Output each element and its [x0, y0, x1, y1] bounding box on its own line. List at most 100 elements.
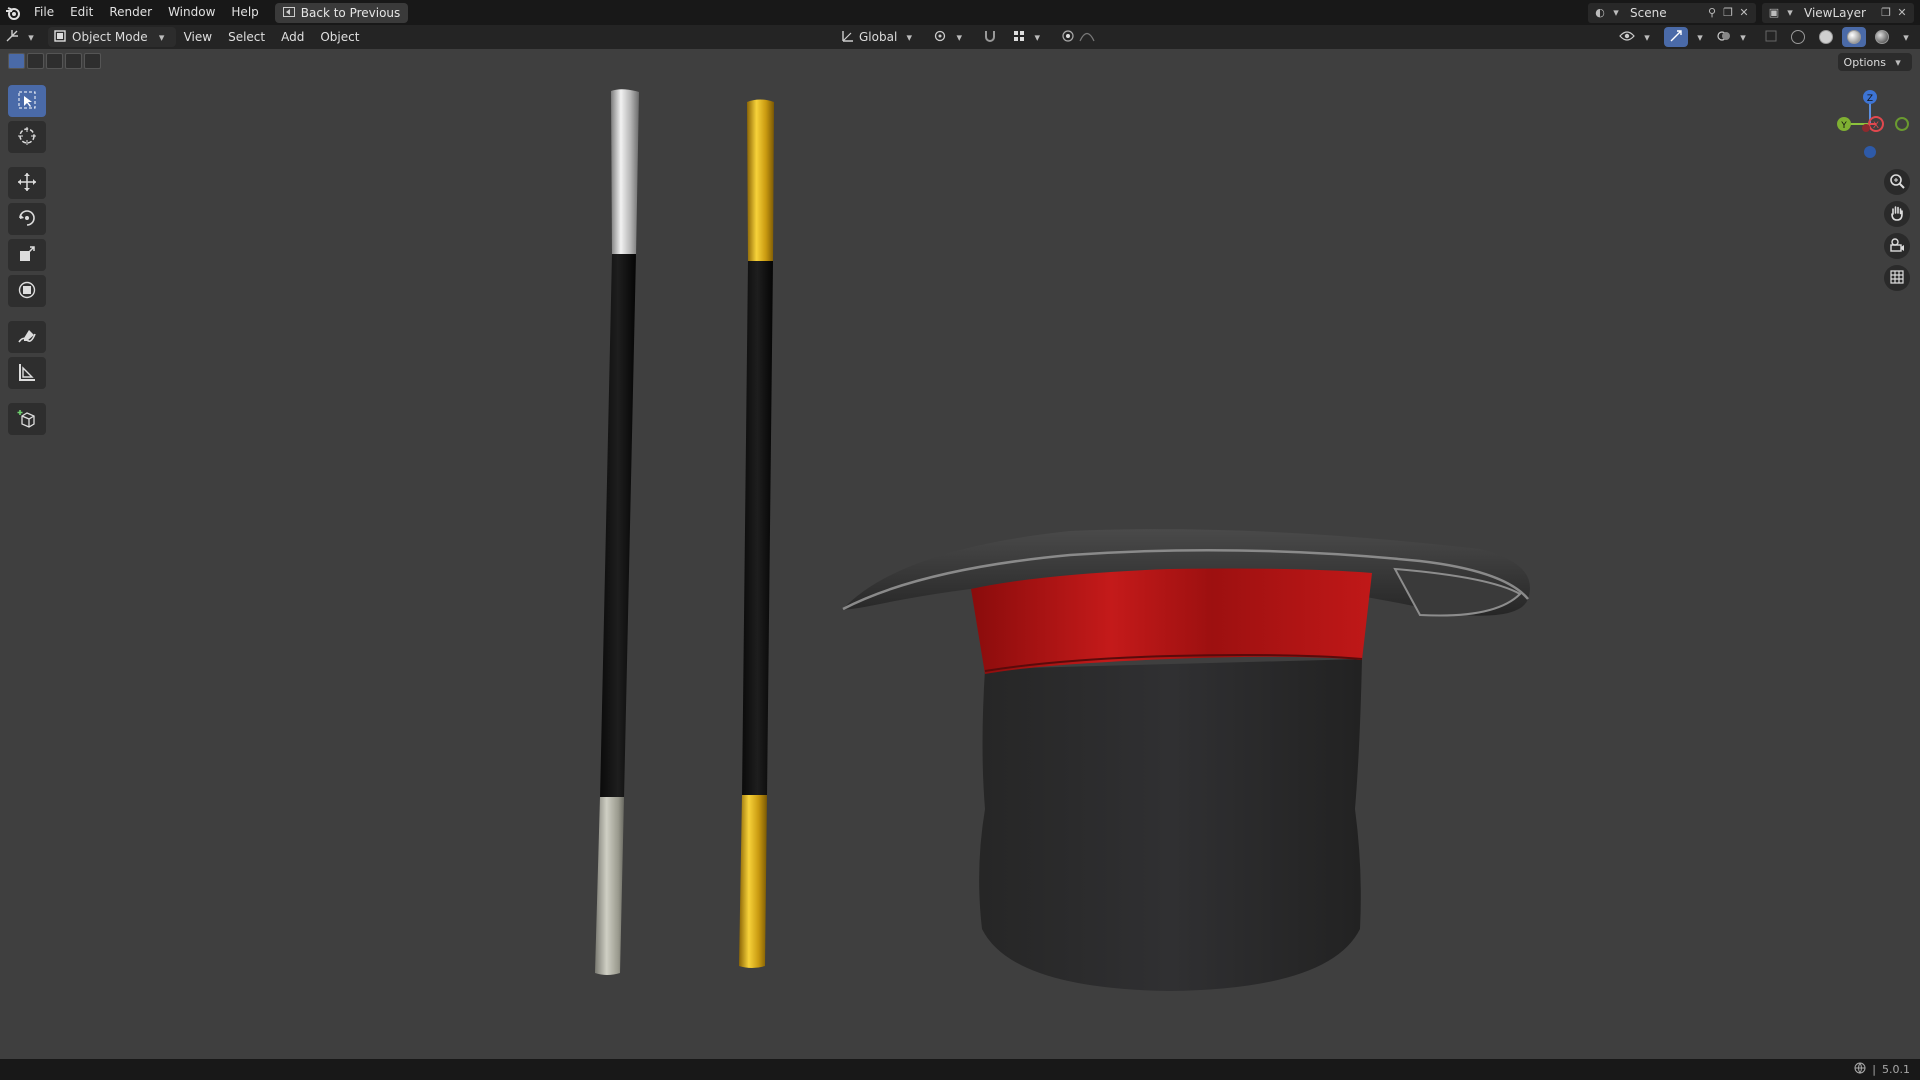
scene-icon: ◐	[1595, 6, 1605, 19]
object-mode-dropdown[interactable]: Object Mode ▾	[48, 27, 176, 47]
close-icon[interactable]: ✕	[1736, 5, 1752, 21]
select-box-icon	[17, 90, 37, 113]
snap-toggle[interactable]	[978, 27, 1002, 47]
falloff-curve-icon[interactable]	[1079, 30, 1095, 45]
status-bar: | 5.0.1	[0, 1059, 1920, 1080]
transform-icon	[17, 280, 37, 303]
object-mode-icon	[54, 29, 66, 45]
scene-selector[interactable]: ◐ ▾ Scene ⚲ ❐ ✕	[1588, 2, 1756, 23]
chevron-down-icon: ▾	[1895, 55, 1901, 69]
transform-orientation-dropdown[interactable]: Global ▾	[836, 27, 922, 47]
3d-viewport-icon	[5, 29, 19, 46]
annotate-tool[interactable]	[8, 321, 46, 353]
scale-tool[interactable]	[8, 239, 46, 271]
chevron-down-icon: ▾	[906, 30, 913, 44]
scale-icon	[17, 244, 37, 267]
chevron-down-icon: ▾	[28, 30, 34, 44]
blender-version: 5.0.1	[1882, 1063, 1910, 1076]
menu-add[interactable]: Add	[273, 25, 312, 49]
camera-view-icon	[1889, 237, 1905, 256]
rendered-shading-icon	[1875, 30, 1889, 44]
select-extend-mode-icon[interactable]	[27, 53, 44, 69]
gizmo-x-label: X	[1873, 121, 1879, 131]
select-new-mode-icon[interactable]	[8, 53, 25, 69]
overlays-toggle[interactable]: ▾	[1712, 27, 1756, 47]
pan-button[interactable]	[1884, 201, 1910, 227]
menu-view[interactable]: View	[176, 25, 220, 49]
back-to-previous-label: Back to Previous	[300, 5, 401, 20]
menu-render[interactable]: Render	[101, 0, 160, 25]
add-cube-icon	[17, 408, 37, 431]
select-intersect-mode-icon[interactable]	[84, 53, 101, 69]
chevron-down-icon: ▾	[1034, 30, 1041, 44]
blender-logo-icon[interactable]	[0, 0, 26, 25]
menu-help[interactable]: Help	[223, 0, 266, 25]
view-layer-selector[interactable]: ▣ ▾ ViewLayer ❐ ✕	[1762, 2, 1914, 23]
cursor-tool[interactable]	[8, 121, 46, 153]
proportional-editing-toggle[interactable]	[1056, 27, 1100, 47]
pivot-point-dropdown[interactable]: ▾	[928, 27, 972, 47]
move-tool[interactable]	[8, 167, 46, 199]
scene-name: Scene	[1630, 5, 1667, 20]
select-subtract-mode-icon[interactable]	[46, 53, 63, 69]
select-invert-mode-icon[interactable]	[65, 53, 82, 69]
view-layer-name: ViewLayer	[1804, 5, 1866, 20]
snap-target-dropdown[interactable]: ▾	[1008, 27, 1050, 47]
gizmo-neg-y-icon	[1895, 117, 1909, 131]
visibility-dropdown[interactable]: ▾	[1614, 27, 1660, 47]
camera-view-button[interactable]	[1884, 233, 1910, 259]
silver-wand[interactable]	[595, 89, 639, 975]
menu-window[interactable]: Window	[160, 0, 223, 25]
transform-tool[interactable]	[8, 275, 46, 307]
measure-icon	[17, 362, 37, 385]
options-dropdown[interactable]: Options ▾	[1837, 53, 1912, 71]
menu-select[interactable]: Select	[220, 25, 273, 49]
viewport-navigation	[1884, 169, 1910, 291]
chevron-down-icon[interactable]: ▾	[1692, 29, 1708, 45]
ortho-toggle-button[interactable]	[1884, 265, 1910, 291]
add-cube-tool[interactable]	[8, 403, 46, 435]
close-icon[interactable]: ✕	[1894, 5, 1910, 21]
chevron-down-icon[interactable]: ▾	[1898, 29, 1914, 45]
select-box-tool[interactable]	[8, 85, 46, 117]
measure-tool[interactable]	[8, 357, 46, 389]
back-to-previous-button[interactable]: Back to Previous	[274, 2, 409, 23]
annotate-icon	[17, 326, 37, 349]
proportional-editing-icon	[1061, 29, 1075, 46]
move-icon	[17, 172, 37, 195]
top-hat[interactable]	[842, 529, 1530, 991]
chevron-down-icon: ▾	[1740, 30, 1746, 44]
menu-file[interactable]: File	[26, 0, 62, 25]
view-layer-icon: ▣	[1768, 6, 1780, 19]
ortho-grid-icon	[1889, 269, 1905, 288]
3d-viewport[interactable]: Options ▾ Z Y X	[0, 49, 1920, 1059]
object-mode-label: Object Mode	[72, 30, 148, 44]
menu-edit[interactable]: Edit	[62, 0, 101, 25]
rotate-tool[interactable]	[8, 203, 46, 235]
tool-shelf	[8, 85, 48, 435]
zoom-button[interactable]	[1884, 169, 1910, 195]
xray-toggle[interactable]	[1760, 27, 1782, 47]
pivot-icon	[933, 29, 947, 46]
solid-shading-icon	[1819, 30, 1833, 44]
xray-icon	[1765, 30, 1777, 45]
wireframe-shading-icon	[1791, 30, 1805, 44]
top-menu-bar: File Edit Render Window Help Back to Pre…	[0, 0, 1920, 25]
orientation-axes-icon	[841, 29, 855, 46]
new-view-layer-icon[interactable]: ❐	[1878, 5, 1894, 21]
editor-type-button[interactable]: ▾	[0, 27, 44, 47]
shading-solid[interactable]	[1814, 27, 1838, 47]
eye-icon	[1619, 30, 1635, 45]
shading-wireframe[interactable]	[1786, 27, 1810, 47]
new-scene-icon[interactable]: ❐	[1720, 5, 1736, 21]
pin-icon[interactable]: ⚲	[1704, 5, 1720, 21]
menu-object[interactable]: Object	[312, 25, 367, 49]
gizmo-icon	[1669, 29, 1683, 46]
navigation-gizmo[interactable]: Z Y X	[1830, 84, 1910, 164]
shading-rendered[interactable]	[1870, 27, 1894, 47]
shading-material-preview[interactable]	[1842, 27, 1866, 47]
gizmo-toggle[interactable]	[1664, 27, 1688, 47]
workspace-controls: ◐ ▾ Scene ⚲ ❐ ✕ ▣ ▾ ViewLayer ❐ ✕	[1588, 0, 1920, 25]
gold-wand[interactable]	[739, 99, 774, 969]
status-separator: |	[1872, 1063, 1876, 1076]
